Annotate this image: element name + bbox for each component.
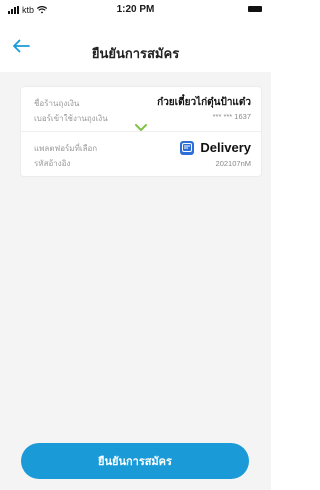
login-number-value: *** *** 1637 [212,112,251,121]
platform-info-row: แพลตฟอร์มที่เลือก Delivery รหัสอ้างอิง 2… [21,131,261,176]
platform-label: แพลตฟอร์มที่เลือก [34,144,98,153]
login-number-label: เบอร์เข้าใช้งานถุงเงิน [34,114,108,123]
reference-label: รหัสอ้างอิง [34,159,71,168]
shop-name-label: ชื่อร้านถุงเงิน [34,99,80,108]
reference-value: 202107nM [215,159,251,168]
platform-logo-icon [180,140,195,155]
platform-name: Delivery [200,140,251,155]
shop-info-row: ชื่อร้านถุงเงิน ก๋วยเตี๋ยวไก่ตุ๋นป้าแต๋ว… [21,87,261,131]
page-title: ยืนยันการสมัคร [91,46,180,61]
shop-name-value: ก๋วยเตี๋ยวไก่ตุ๋นป้าแต๋ว [157,97,251,108]
summary-card: ชื่อร้านถุงเงิน ก๋วยเตี๋ยวไก่ตุ๋นป้าแต๋ว… [20,86,262,177]
confirm-button[interactable]: ยืนยันการสมัคร [21,443,249,479]
status-time: 1:20 PM [116,4,155,15]
battery-icon [248,6,262,12]
platform-selection: Delivery [180,140,251,155]
app-header: ยืนยันการสมัคร [0,26,271,66]
status-bar: ktb 1:20 PM [0,0,271,20]
